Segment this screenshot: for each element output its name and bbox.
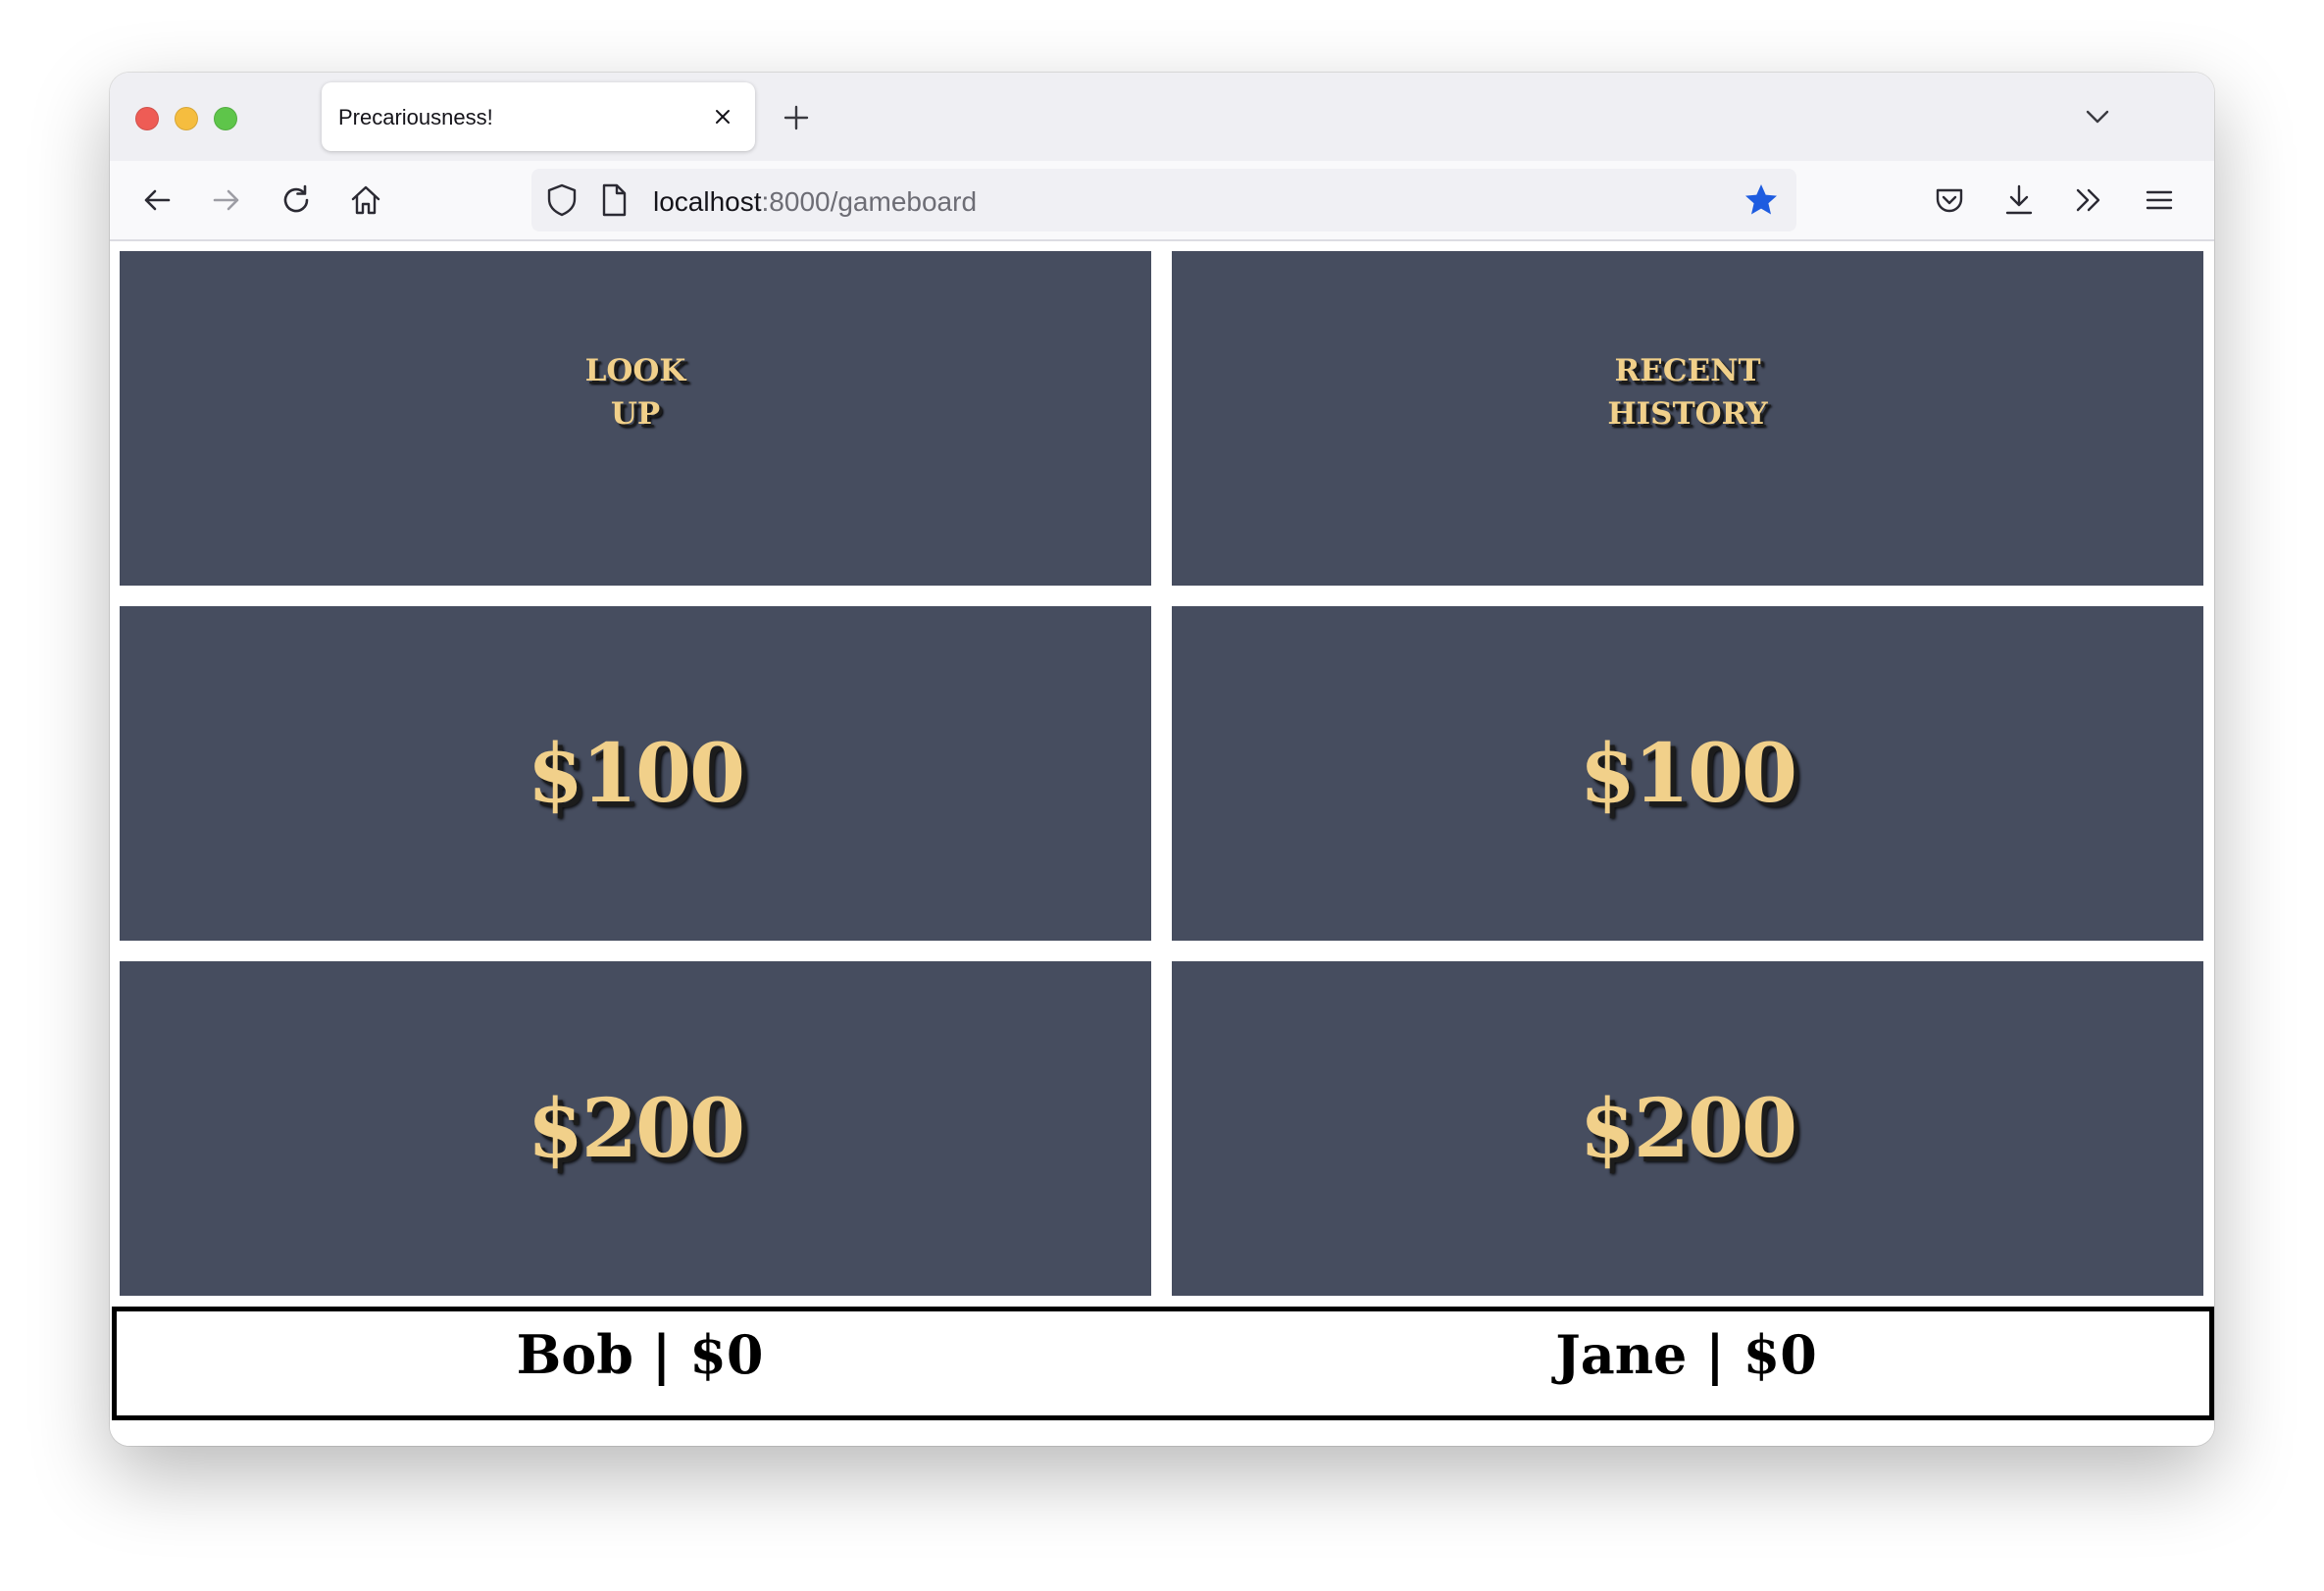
category-recent-history: RECENT HISTORY	[1172, 251, 2203, 586]
category-label: RECENT HISTORY	[1560, 349, 1815, 436]
tab-gameboard[interactable]: Precariousness!	[322, 82, 755, 151]
bookmark-star-icon[interactable]	[1743, 182, 1779, 218]
player-score-jane: Jane | $0	[1163, 1294, 2209, 1415]
category-look-up: LOOK UP	[120, 251, 1151, 586]
home-icon[interactable]	[348, 182, 383, 218]
back-arrow-icon[interactable]	[139, 182, 175, 218]
tab-bar: Precariousness!	[110, 73, 2214, 161]
player-score-bob: Bob | $0	[117, 1294, 1163, 1415]
category-line: LOOK	[584, 353, 686, 388]
url-text[interactable]: localhost:8000/gameboard	[653, 186, 977, 218]
clue-value: $200	[527, 1081, 745, 1176]
category-line: UP	[610, 396, 661, 432]
score-separator: |	[1705, 1323, 1725, 1386]
clue-value: $100	[527, 726, 745, 821]
forward-arrow-icon	[213, 189, 239, 211]
zoom-window-button[interactable]	[214, 107, 237, 130]
close-window-button[interactable]	[135, 107, 159, 130]
clue-recent-history-200[interactable]: $200	[1172, 961, 2203, 1296]
clue-look-up-100[interactable]: $100	[120, 606, 1151, 941]
player-name: Bob	[516, 1323, 633, 1386]
player-score: $0	[1743, 1323, 1817, 1386]
minimize-window-button[interactable]	[175, 107, 198, 130]
menu-icon[interactable]	[2142, 182, 2177, 218]
pocket-icon[interactable]	[1932, 182, 1967, 218]
clue-look-up-200[interactable]: $200	[120, 961, 1151, 1296]
score-separator: |	[651, 1323, 672, 1386]
player-name: Jane	[1555, 1323, 1688, 1386]
category-label: LOOK UP	[508, 349, 763, 436]
more-tools-icon[interactable]	[2071, 182, 2106, 218]
url-path: :8000/gameboard	[761, 186, 978, 217]
page-icon[interactable]	[600, 182, 628, 218]
shield-icon[interactable]	[545, 182, 579, 218]
page-content: LOOK UP RECENT HISTORY $100 $100 $200 $2…	[110, 241, 2214, 1446]
category-line: RECENT	[1614, 353, 1761, 388]
clue-value: $100	[1579, 726, 1797, 821]
chevron-down-icon[interactable]	[2083, 102, 2112, 131]
download-icon[interactable]	[2001, 182, 2037, 218]
close-icon[interactable]	[710, 104, 735, 129]
player-score: $0	[689, 1323, 764, 1386]
browser-window: Precariousness! localhost:8000/gameboard…	[110, 73, 2214, 1446]
url-host: localhost	[653, 186, 762, 217]
url-bar[interactable]: localhost:8000/gameboard	[531, 169, 1796, 231]
plus-icon[interactable]	[783, 104, 810, 131]
category-line: HISTORY	[1607, 396, 1768, 432]
clue-recent-history-100[interactable]: $100	[1172, 606, 2203, 941]
tab-title: Precariousness!	[338, 105, 493, 129]
nav-bar: localhost:8000/gameboard	[110, 161, 2214, 241]
clue-value: $200	[1579, 1081, 1797, 1176]
score-bar: Bob | $0 Jane | $0	[112, 1307, 2214, 1420]
reload-icon[interactable]	[278, 182, 314, 218]
game-board: LOOK UP RECENT HISTORY $100 $100 $200 $2…	[120, 251, 2204, 1298]
